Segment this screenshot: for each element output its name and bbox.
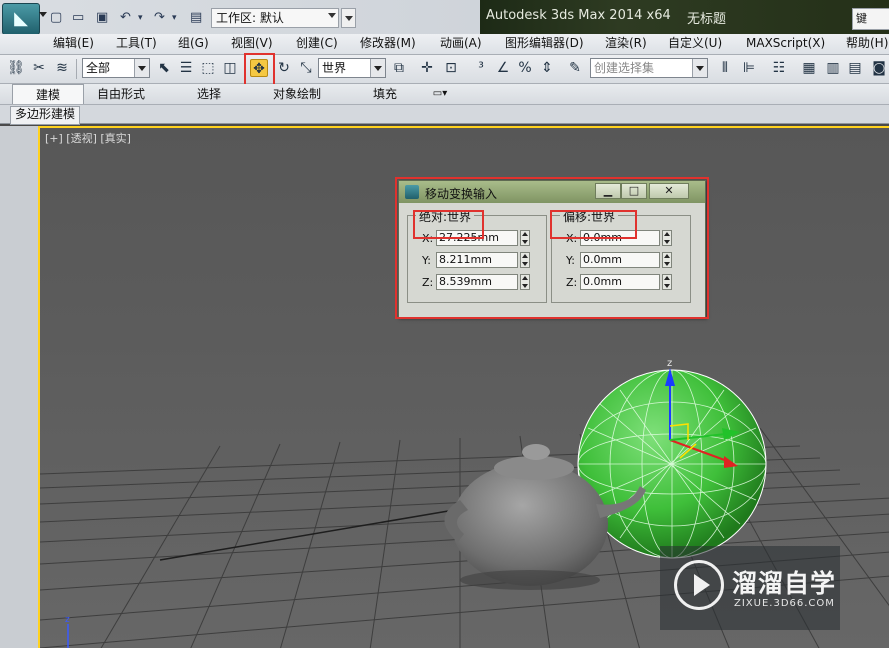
workspace-dropdown-button[interactable] bbox=[341, 8, 356, 28]
workspace-label: 工作区: 默认 bbox=[216, 11, 284, 25]
angle-snap-icon[interactable]: ∠ bbox=[494, 59, 512, 77]
layer-manager-icon[interactable]: ☷ bbox=[770, 59, 788, 77]
toolbar-divider bbox=[76, 59, 77, 79]
chevron-down-icon bbox=[692, 59, 707, 77]
redo-icon[interactable]: ↷ bbox=[154, 9, 165, 27]
tab-object-paint[interactable]: 对象绘制 bbox=[266, 84, 328, 104]
select-and-rotate-icon[interactable]: ↻ bbox=[275, 59, 293, 77]
snaps-toggle-icon[interactable]: ³ bbox=[472, 59, 490, 77]
menu-graph-editors[interactable]: 图形编辑器(D) bbox=[505, 34, 584, 54]
watermark-text: 溜溜自学 bbox=[732, 569, 837, 598]
menu-views[interactable]: 视图(V) bbox=[231, 34, 273, 54]
undo-icon[interactable]: ↶ bbox=[120, 9, 131, 27]
viewport-label[interactable]: [+] [透视] [真实] bbox=[45, 130, 131, 146]
rectangle-selection-icon[interactable]: ⬚ bbox=[199, 59, 217, 77]
viewport-left-strip bbox=[0, 126, 38, 648]
graphite-toggle-icon[interactable]: ▦ bbox=[800, 59, 818, 77]
tab-populate[interactable]: 填充 bbox=[362, 84, 408, 104]
offset-title-highlight bbox=[550, 210, 637, 239]
polygon-modeling-panel[interactable]: 多边形建模 bbox=[10, 106, 81, 125]
named-selection-set-select[interactable]: 创建选择集 bbox=[590, 58, 708, 78]
redo-dropdown-icon[interactable]: ▾ bbox=[172, 9, 177, 27]
mirror-icon[interactable]: ⫴ bbox=[716, 59, 734, 77]
window-crossing-icon[interactable]: ◫ bbox=[221, 59, 239, 77]
new-file-icon[interactable]: ▢ bbox=[50, 9, 62, 27]
svg-text:z: z bbox=[65, 615, 70, 625]
select-and-scale-icon[interactable]: ⤡ bbox=[297, 59, 315, 77]
select-object-icon[interactable]: ⬉ bbox=[155, 59, 173, 77]
menu-edit[interactable]: 编辑(E) bbox=[53, 34, 94, 54]
search-input[interactable]: 键 bbox=[852, 8, 889, 30]
search-text: 键 bbox=[856, 12, 867, 25]
schematic-view-icon[interactable]: ▤ bbox=[846, 59, 864, 77]
bind-space-warp-icon[interactable]: ≋ bbox=[53, 59, 71, 77]
play-logo-icon bbox=[674, 560, 724, 610]
ribbon-options-dropdown-icon[interactable]: ▭▾ bbox=[428, 84, 452, 104]
gizmo-z-label: z bbox=[667, 358, 672, 369]
world-axis-tripod: z bbox=[65, 615, 70, 648]
document-title: 无标题 bbox=[687, 12, 727, 27]
menu-bar: 编辑(E) 工具(T) 组(G) 视图(V) 创建(C) 修改器(M) 动画(A… bbox=[0, 34, 889, 55]
menu-maxscript[interactable]: MAXScript(X) bbox=[746, 34, 825, 54]
tab-modeling[interactable]: 建模 bbox=[12, 84, 84, 104]
menu-animation[interactable]: 动画(A) bbox=[440, 34, 482, 54]
material-editor-icon[interactable]: ◙ bbox=[870, 59, 888, 77]
spinner-snap-icon[interactable]: ⇕ bbox=[538, 59, 556, 77]
tab-selection[interactable]: 选择 bbox=[186, 84, 232, 104]
chevron-down-icon bbox=[370, 59, 385, 77]
ribbon-tabs: 建模 自由形式 选择 对象绘制 填充 ▭▾ bbox=[0, 84, 889, 105]
menu-customize[interactable]: 自定义(U) bbox=[668, 34, 722, 54]
move-tool-highlight bbox=[244, 53, 275, 86]
watermark-url: ZIXUE.3D66.COM bbox=[734, 598, 835, 609]
menu-modifiers[interactable]: 修改器(M) bbox=[360, 34, 416, 54]
ribbon-panel-bar: 多边形建模 bbox=[0, 105, 889, 125]
curve-editor-icon[interactable]: ▥ bbox=[824, 59, 842, 77]
manipulate-icon[interactable]: ✛ bbox=[418, 59, 436, 77]
app-logo-icon: ◣ bbox=[14, 8, 28, 29]
dialog-highlight bbox=[395, 177, 709, 319]
named-selection-placeholder: 创建选择集 bbox=[594, 61, 655, 75]
pivot-center-icon[interactable]: ⧉ bbox=[390, 59, 408, 77]
reference-coordinate-select[interactable]: 世界 bbox=[318, 58, 386, 78]
undo-dropdown-icon[interactable]: ▾ bbox=[138, 9, 143, 27]
menu-group[interactable]: 组(G) bbox=[178, 34, 209, 54]
select-and-link-icon[interactable]: ⛓ bbox=[7, 59, 25, 77]
save-icon[interactable]: ▣ bbox=[96, 9, 108, 27]
edit-named-selection-icon[interactable]: ✎ bbox=[566, 59, 584, 77]
percent-snap-icon[interactable]: % bbox=[516, 59, 534, 77]
watermark: 溜溜自学 ZIXUE.3D66.COM bbox=[660, 546, 840, 630]
selection-filter-select[interactable]: 全部 bbox=[82, 58, 150, 78]
align-icon[interactable]: ⊫ bbox=[740, 59, 758, 77]
main-toolbar: ⛓ ✂ ≋ 全部 ⬉ ☰ ⬚ ◫ ✥ ↻ ⤡ 世界 ⧉ ✛ ⊡ ³ ∠ % ⇕ … bbox=[0, 55, 889, 84]
absolute-title-highlight bbox=[413, 210, 484, 239]
select-by-name-icon[interactable]: ☰ bbox=[177, 59, 195, 77]
title-bar: ◣ ▢ ▭ ▣ ↶ ▾ ↷ ▾ ▤ 工作区: 默认 Autodesk 3ds M… bbox=[0, 0, 889, 35]
open-file-icon[interactable]: ▭ bbox=[72, 9, 84, 27]
app-menu-chevron-icon[interactable] bbox=[39, 12, 47, 17]
app-title: Autodesk 3ds Max 2014 x64 bbox=[486, 8, 671, 23]
project-folder-icon[interactable]: ▤ bbox=[190, 9, 202, 27]
chevron-down-icon bbox=[134, 59, 149, 77]
menu-rendering[interactable]: 渲染(R) bbox=[605, 34, 647, 54]
app-menu-button[interactable]: ◣ bbox=[2, 3, 40, 35]
selection-filter-value: 全部 bbox=[86, 61, 111, 75]
menu-help[interactable]: 帮助(H) bbox=[846, 34, 888, 54]
keyboard-shortcut-override-icon[interactable]: ⊡ bbox=[442, 59, 460, 77]
menu-tools[interactable]: 工具(T) bbox=[116, 34, 157, 54]
chevron-down-icon bbox=[328, 13, 336, 18]
tab-freeform[interactable]: 自由形式 bbox=[90, 84, 152, 104]
reference-coordinate-value: 世界 bbox=[322, 61, 347, 75]
menu-create[interactable]: 创建(C) bbox=[296, 34, 338, 54]
unlink-icon[interactable]: ✂ bbox=[30, 59, 48, 77]
workspace-select[interactable]: 工作区: 默认 bbox=[211, 8, 339, 28]
